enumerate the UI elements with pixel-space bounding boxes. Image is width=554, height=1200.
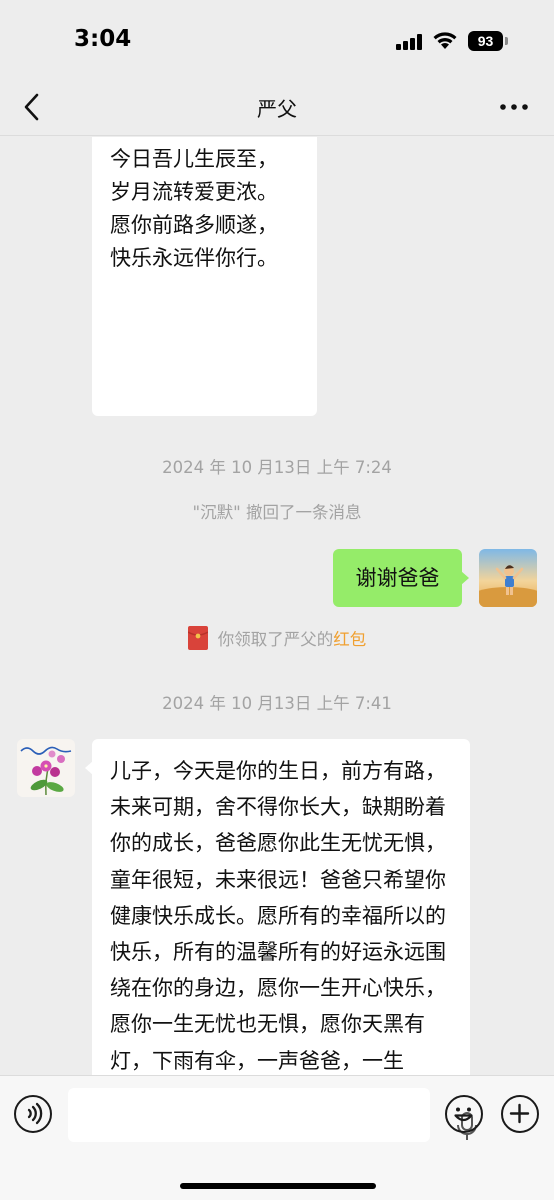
battery-level: 93 — [468, 31, 503, 51]
timestamp: 2024 年 10 月13日 上午 7:41 — [162, 694, 392, 713]
redpacket-text: 你领取了严父的 — [217, 630, 334, 649]
message-text: 儿子，今天是你的生日，前方有路，未来可期，舍不得你长大，缺期盼着你的成长，爸爸愿… — [110, 759, 446, 1073]
status-bar: 3:04 93 — [0, 0, 554, 80]
message-text: 今日吾儿生辰至， 岁月流转爱更浓。 愿你前路多顺遂， 快乐永远伴你行。 — [110, 147, 278, 270]
message-bubble-poem[interactable]: 今日吾儿生辰至， 岁月流转爱更浓。 愿你前路多顺遂， 快乐永远伴你行。 — [92, 137, 317, 416]
voice-button[interactable] — [14, 1095, 52, 1133]
home-indicator — [180, 1183, 376, 1189]
emoji-icon — [454, 1107, 473, 1122]
voice-icon — [27, 1102, 43, 1125]
recall-notice: "沉默" 撤回了一条消息 — [192, 503, 362, 522]
chat-title: 严父 — [257, 97, 297, 121]
timestamp: 2024 年 10 月13日 上午 7:24 — [162, 458, 392, 477]
avatar-father[interactable] — [17, 739, 75, 797]
chat-area[interactable]: 今日吾儿生辰至， 岁月流转爱更浓。 愿你前路多顺遂， 快乐永远伴你行。 2024… — [0, 137, 554, 1075]
avatar-image — [479, 549, 537, 607]
redpacket-notice: 你领取了严父的红包 — [0, 626, 554, 650]
status-time: 3:04 — [74, 26, 132, 52]
signal-icon — [396, 34, 424, 50]
message-text: 谢谢爸爸 — [355, 566, 440, 590]
nav-bar: 严父 — [0, 80, 554, 136]
plus-icon — [509, 1103, 530, 1124]
input-bar — [0, 1075, 554, 1200]
emoji-button[interactable] — [445, 1095, 483, 1133]
message-bubble-long[interactable]: 儿子，今天是你的生日，前方有路，未来可期，舍不得你长大，缺期盼着你的成长，爸爸愿… — [85, 739, 470, 1075]
plus-button[interactable] — [501, 1095, 539, 1133]
avatar-image — [17, 739, 75, 797]
message-input[interactable] — [68, 1088, 477, 1142]
redpacket-icon — [187, 626, 208, 650]
wifi-icon — [433, 32, 457, 49]
battery-icon: 93 — [468, 31, 508, 51]
chevron-left-icon[interactable] — [20, 92, 44, 122]
message-bubble-self[interactable]: 谢谢爸爸 — [333, 549, 469, 607]
more-dots-icon[interactable] — [498, 96, 530, 118]
redpacket-link[interactable]: 红包 — [333, 630, 366, 649]
avatar-self[interactable] — [479, 549, 537, 607]
